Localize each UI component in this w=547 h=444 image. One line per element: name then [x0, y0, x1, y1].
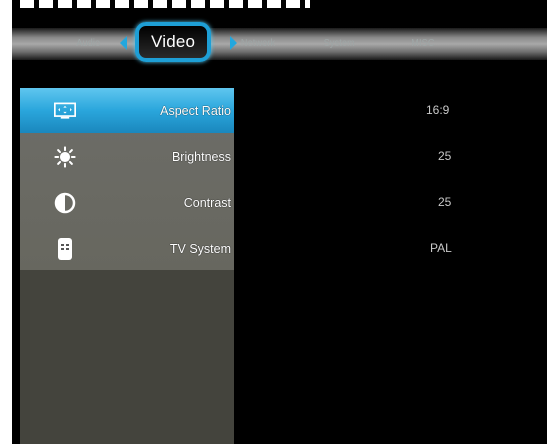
aspect-ratio-icon	[54, 100, 76, 122]
brightness-icon	[54, 145, 76, 168]
aspect-ratio-value: 16:9	[426, 103, 450, 117]
menu-item-brightness[interactable]: Brightness	[20, 134, 234, 179]
top-dashed-line	[20, 0, 310, 8]
tab-audio[interactable]: Audio	[76, 28, 100, 60]
tab-right-arrow-icon[interactable]	[230, 36, 237, 50]
tab-bar: Audio Video Network System MISC	[12, 22, 547, 62]
menu-item-label: Brightness	[171, 149, 231, 164]
tab-system[interactable]: System	[324, 28, 355, 60]
tab-video[interactable]: Video	[135, 22, 212, 62]
menu-item-aspect-ratio[interactable]: Aspect Ratio	[20, 88, 234, 133]
menu-item-tv-system[interactable]: TV System	[20, 226, 234, 271]
contrast-icon	[54, 192, 76, 214]
brightness-value: 25	[438, 149, 452, 163]
menu-item-contrast[interactable]: Contrast	[20, 180, 234, 225]
tv-remote-icon	[54, 237, 76, 260]
menu-item-label: Contrast	[183, 195, 231, 210]
tab-left-arrow-icon[interactable]	[120, 36, 127, 50]
contrast-value: 25	[438, 195, 452, 209]
tab-network[interactable]: Network	[241, 28, 275, 60]
menu-item-label: Aspect Ratio	[160, 103, 231, 118]
menu-item-label: TV System	[169, 241, 231, 256]
tab-misc[interactable]: MISC	[411, 28, 434, 60]
tv-system-value: PAL	[430, 241, 452, 255]
